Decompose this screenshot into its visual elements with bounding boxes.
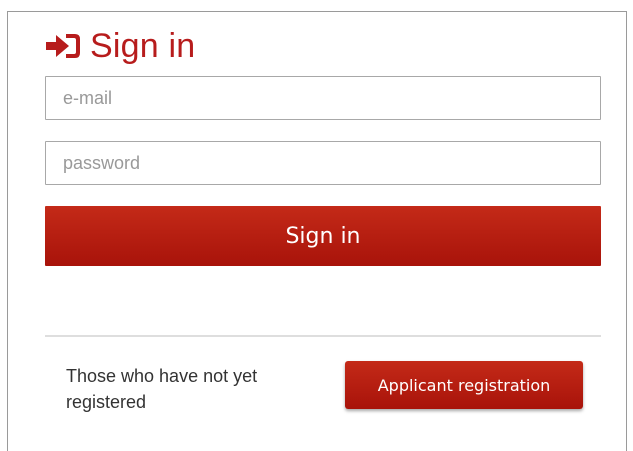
email-field[interactable] (45, 76, 601, 120)
divider (45, 335, 601, 337)
sign-in-button[interactable]: Sign in (45, 206, 601, 266)
applicant-registration-button[interactable]: Applicant registration (345, 361, 583, 409)
page-title-text: Sign in (90, 27, 196, 65)
sign-in-panel: Sign in Sign in Those who have not yet r… (7, 11, 627, 451)
password-field[interactable] (45, 141, 601, 185)
registration-notice: Those who have not yet registered (66, 366, 258, 412)
sign-in-icon (46, 34, 80, 58)
page-title: Sign in (44, 26, 195, 66)
